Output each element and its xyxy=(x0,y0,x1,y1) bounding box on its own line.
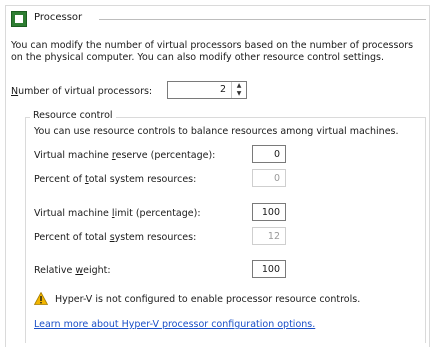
spin-down-icon[interactable]: ▼ xyxy=(232,90,246,98)
warning-icon xyxy=(34,292,48,305)
reserve-percent-field: 0 xyxy=(252,169,286,187)
description-text: You can modify the number of virtual pro… xyxy=(11,40,414,63)
section-title: Processor xyxy=(34,12,83,23)
processor-icon xyxy=(11,11,27,27)
limit-percent-field: 12 xyxy=(252,227,286,245)
processors-label: Number of virtual processors: xyxy=(11,86,153,97)
learn-more-link[interactable]: Learn more about Hyper-V processor confi… xyxy=(34,319,315,330)
weight-label: Relative weight: xyxy=(34,265,111,276)
limit-label: Virtual machine limit (percentage): xyxy=(34,208,201,219)
resource-control-title: Resource control xyxy=(30,110,116,121)
resource-control-intro: You can use resource controls to balance… xyxy=(34,126,399,137)
warning-text: Hyper-V is not configured to enable proc… xyxy=(55,294,361,305)
header-divider xyxy=(99,19,426,20)
limit-percent-label: Percent of total system resources: xyxy=(34,232,197,243)
spin-buttons: ▲ ▼ xyxy=(231,82,246,98)
processors-spinner[interactable]: 2 ▲ ▼ xyxy=(167,81,247,99)
reserve-input[interactable]: 0 xyxy=(252,145,286,163)
reserve-percent-label: Percent of total system resources: xyxy=(34,174,197,185)
reserve-label: Virtual machine reserve (percentage): xyxy=(34,150,216,161)
limit-input[interactable]: 100 xyxy=(252,203,286,221)
spin-up-icon[interactable]: ▲ xyxy=(232,82,246,90)
processors-value[interactable]: 2 xyxy=(220,84,226,95)
weight-input[interactable]: 100 xyxy=(252,260,286,278)
